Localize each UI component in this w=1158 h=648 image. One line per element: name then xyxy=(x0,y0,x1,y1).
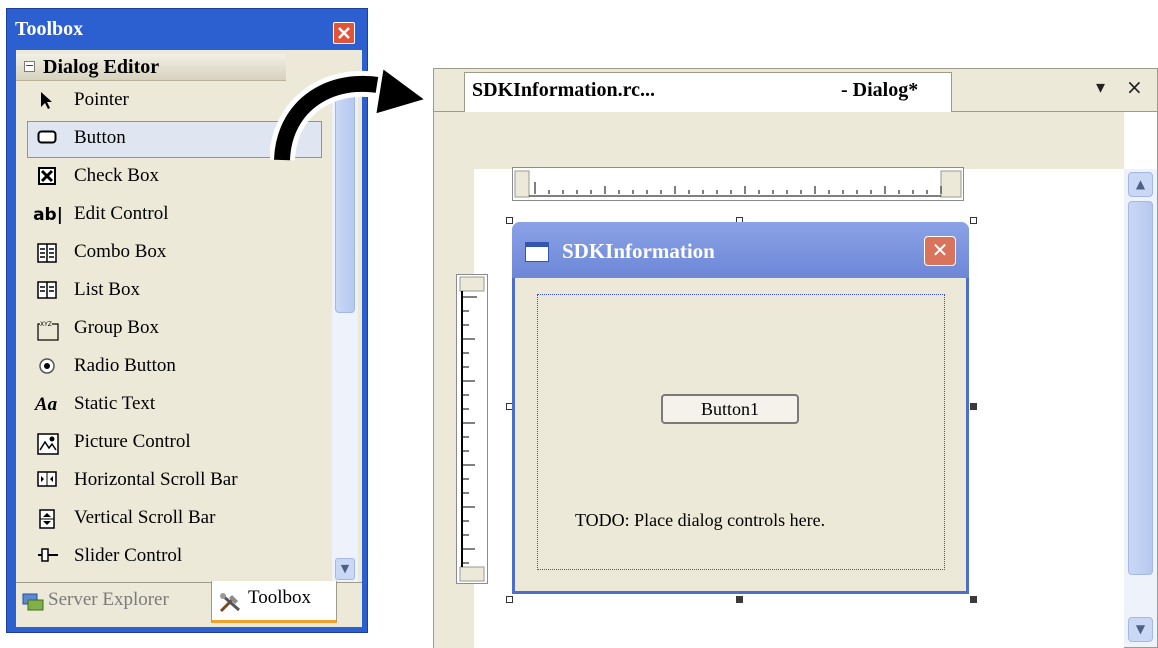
check-box-icon xyxy=(37,167,57,187)
toolbox-item-label: Pointer xyxy=(74,89,129,110)
button1-control[interactable]: Button1 xyxy=(661,394,799,424)
toolbox-item-label: Combo Box xyxy=(74,241,167,262)
toolbox-close-button[interactable] xyxy=(333,22,355,44)
toolbox-item-label: Edit Control xyxy=(74,203,169,224)
toolbox-item-combo-box[interactable]: Combo Box xyxy=(27,235,322,272)
dialog-close-button[interactable]: ✕ xyxy=(924,236,956,266)
resize-handle[interactable] xyxy=(506,596,513,603)
toolbox-item-list-box[interactable]: List Box xyxy=(27,273,322,310)
toolbox-item-label: Radio Button xyxy=(74,355,176,376)
edit-control-icon: ab| xyxy=(33,205,63,225)
radio-button-icon xyxy=(37,357,57,377)
editor-canvas[interactable]: SDKInformation ✕ Button1 TODO: Place dia… xyxy=(434,112,1124,648)
group-box-icon: XYZ xyxy=(37,319,59,341)
toolbox-item-label: Static Text xyxy=(74,393,156,414)
tab-label: Toolbox xyxy=(248,587,312,608)
toolbox-item-label: Vertical Scroll Bar xyxy=(74,507,216,528)
document-tab[interactable]: SDKInformation.rc... - Dialog* xyxy=(464,72,952,112)
picture-control-icon xyxy=(37,433,59,455)
resize-handle[interactable] xyxy=(970,596,977,603)
toolbox-item-label: Check Box xyxy=(74,165,159,186)
toolbox-item-radio-button[interactable]: Radio Button xyxy=(27,349,322,386)
dialog-title-bar[interactable]: SDKInformation ✕ xyxy=(512,222,969,278)
slider-control-icon xyxy=(37,547,58,567)
toolbox-tab-strip: Server Explorer Toolbox xyxy=(16,581,362,627)
collapse-icon[interactable]: − xyxy=(24,60,35,72)
window-icon xyxy=(525,242,549,262)
resize-handle[interactable] xyxy=(970,403,977,410)
toolbox-item-label: Horizontal Scroll Bar xyxy=(74,469,238,490)
editor-vertical-scrollbar[interactable]: ▲ ▼ xyxy=(1124,169,1157,647)
toolbox-item-label: List Box xyxy=(74,279,140,300)
toolbox-item-horizontal-scroll-bar[interactable]: Horizontal Scroll Bar xyxy=(27,463,322,500)
toolbox-title: Toolbox xyxy=(15,18,84,40)
curved-arrow-icon xyxy=(270,62,430,162)
document-tab-filename: SDKInformation.rc... xyxy=(472,79,655,101)
static-text-icon: Aa xyxy=(34,394,58,415)
toolbox-item-label: Slider Control xyxy=(74,545,183,566)
server-explorer-icon xyxy=(22,592,44,616)
vertical-scroll-bar-icon xyxy=(37,509,57,529)
tools-icon xyxy=(218,592,244,619)
document-tab-mode: - Dialog* xyxy=(841,79,919,101)
vertical-ruler[interactable] xyxy=(456,274,488,584)
tab-toolbox[interactable]: Toolbox xyxy=(211,581,337,623)
scroll-down-icon[interactable]: ▼ xyxy=(1128,617,1153,642)
toolbox-item-group-box[interactable]: XYZ Group Box xyxy=(27,311,322,348)
dialog-editor-window: SDKInformation.rc... - Dialog* ▾ × SDKIn… xyxy=(433,68,1158,648)
tab-server-explorer[interactable]: Server Explorer xyxy=(16,583,212,621)
tab-label: Server Explorer xyxy=(48,589,169,610)
close-icon xyxy=(338,27,350,39)
scroll-down-icon[interactable]: ▼ xyxy=(335,558,355,580)
pointer-icon xyxy=(37,91,57,111)
section-header-dialog-editor[interactable]: − Dialog Editor xyxy=(16,54,286,81)
close-icon[interactable]: × xyxy=(1126,75,1143,99)
scroll-up-icon[interactable]: ▲ xyxy=(1128,172,1153,197)
document-tab-strip: SDKInformation.rc... - Dialog* ▾ × xyxy=(434,69,1157,112)
toolbox-item-edit-control[interactable]: ab| Edit Control xyxy=(27,197,322,234)
close-icon: ✕ xyxy=(931,238,949,262)
todo-static-text[interactable]: TODO: Place dialog controls here. xyxy=(575,510,825,531)
button-icon xyxy=(37,129,57,149)
toolbox-item-slider-control[interactable]: Slider Control xyxy=(27,539,322,576)
resize-handle[interactable] xyxy=(970,217,977,224)
section-title: Dialog Editor xyxy=(43,56,160,78)
window-menu-icon[interactable]: ▾ xyxy=(1096,77,1105,98)
svg-text:XYZ: XYZ xyxy=(40,321,52,328)
toolbox-item-label: Group Box xyxy=(74,317,159,338)
toolbox-item-static-text[interactable]: Aa Static Text xyxy=(27,387,322,424)
resize-handle[interactable] xyxy=(736,596,743,603)
horizontal-scroll-bar-icon xyxy=(37,471,57,491)
toolbox-item-vertical-scroll-bar[interactable]: Vertical Scroll Bar xyxy=(27,501,322,538)
horizontal-ruler[interactable] xyxy=(512,167,964,201)
combo-box-icon xyxy=(37,243,57,263)
toolbox-item-label: Button xyxy=(74,127,126,148)
toolbox-title-bar[interactable]: Toolbox xyxy=(7,9,367,49)
dialog-preview[interactable]: SDKInformation ✕ Button1 TODO: Place dia… xyxy=(512,222,969,594)
toolbox-item-label: Picture Control xyxy=(74,431,191,452)
list-box-icon xyxy=(37,281,57,301)
resize-handle[interactable] xyxy=(506,217,513,224)
dialog-title: SDKInformation xyxy=(562,239,715,263)
toolbox-item-picture-control[interactable]: Picture Control xyxy=(27,425,322,462)
editor-scrollbar-thumb[interactable] xyxy=(1128,201,1153,575)
